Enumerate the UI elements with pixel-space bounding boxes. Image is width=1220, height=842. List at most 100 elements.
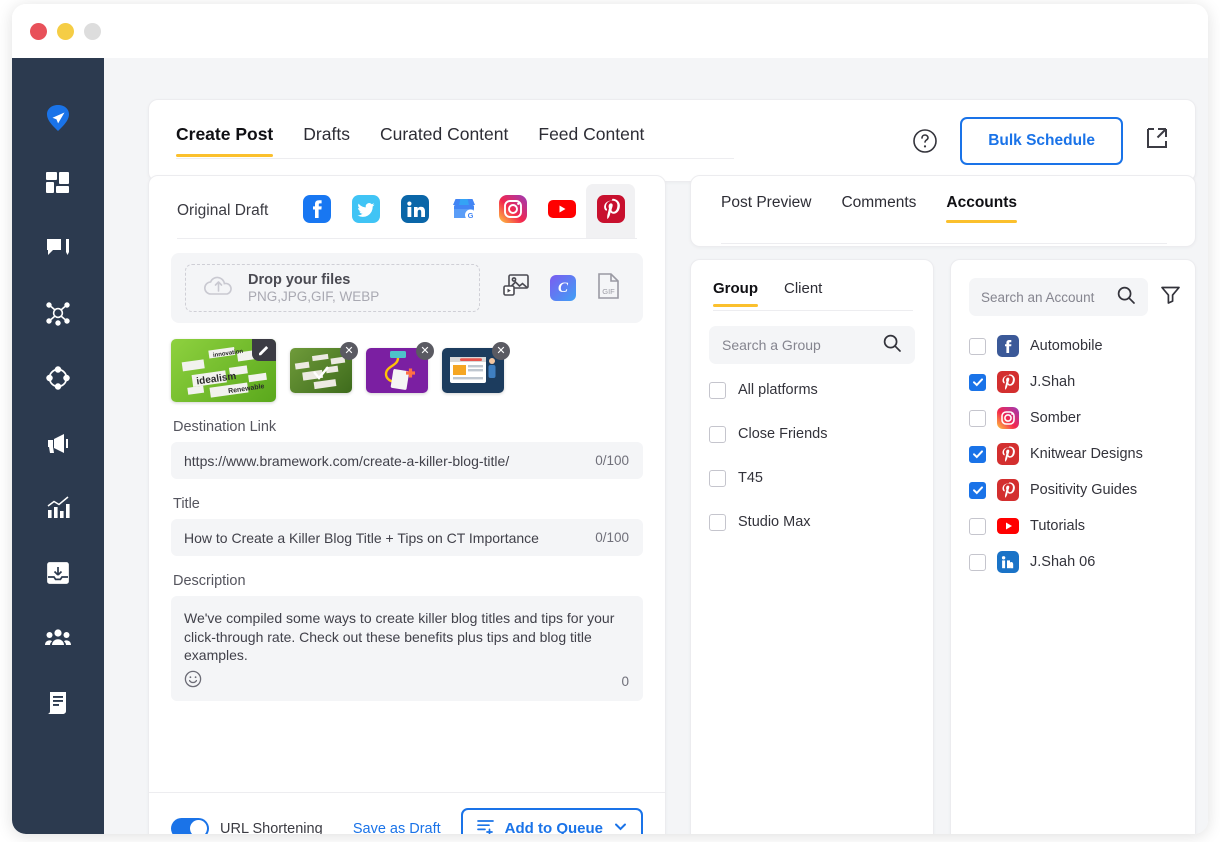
platform-tab-twitter[interactable] <box>341 184 390 238</box>
url-shortening-toggle[interactable] <box>171 818 209 834</box>
destination-link-value: https://www.bramework.com/create-a-kille… <box>184 453 595 469</box>
remove-media-badge[interactable]: ✕ <box>340 342 358 360</box>
account-list-item[interactable]: Somber <box>951 400 1195 436</box>
platform-tab-facebook[interactable] <box>292 184 341 238</box>
tab-post-preview[interactable]: Post Preview <box>721 194 811 223</box>
pinterest-icon <box>597 195 625 228</box>
platform-tab-google-business[interactable]: G <box>439 184 488 238</box>
tab-accounts[interactable]: Accounts <box>946 194 1017 223</box>
add-to-queue-label: Add to Queue <box>505 820 603 834</box>
account-list-item[interactable]: Automobile <box>951 328 1195 364</box>
platform-tab-pinterest[interactable] <box>586 184 635 238</box>
tab-group[interactable]: Group <box>713 280 758 307</box>
group-list-item[interactable]: Close Friends <box>691 416 933 452</box>
sidebar-item-compose[interactable] <box>36 230 80 266</box>
group-checkbox[interactable] <box>709 470 726 487</box>
platform-tab-youtube[interactable] <box>537 184 586 238</box>
account-checkbox[interactable] <box>969 446 986 463</box>
collapse-panel-icon[interactable] <box>1145 126 1169 155</box>
media-thumbnail[interactable]: ✕ <box>290 348 352 393</box>
sidebar-item-discovery[interactable] <box>36 360 80 396</box>
tab-comments[interactable]: Comments <box>841 194 916 223</box>
toggle-knob <box>190 820 207 834</box>
platform-tab-linkedin[interactable] <box>390 184 439 238</box>
gif-icon[interactable]: GIF <box>596 272 621 305</box>
tab-feed-content-label: Feed Content <box>538 124 644 144</box>
sidebar-item-logo[interactable] <box>36 100 80 136</box>
sidebar-item-dashboard[interactable] <box>36 165 80 201</box>
edit-media-badge[interactable] <box>252 339 276 361</box>
media-thumbnail[interactable]: idealism Renewable innovation <box>171 339 276 402</box>
account-list-item[interactable]: Positivity Guides <box>951 472 1195 508</box>
tab-drafts[interactable]: Drafts <box>303 124 350 157</box>
paper-plane-icon <box>43 103 73 133</box>
title-value: How to Create a Killer Blog Title + Tips… <box>184 530 595 546</box>
account-checkbox[interactable] <box>969 482 986 499</box>
account-search-input[interactable]: Search an Account <box>969 278 1148 316</box>
search-icon[interactable] <box>882 333 902 358</box>
account-checkbox[interactable] <box>969 410 986 427</box>
description-value: We've compiled some ways to create kille… <box>184 609 629 665</box>
sidebar-item-campaigns[interactable] <box>36 425 80 461</box>
destination-link-input[interactable]: https://www.bramework.com/create-a-kille… <box>171 442 643 479</box>
description-textarea[interactable]: We've compiled some ways to create kille… <box>171 596 643 701</box>
tab-client[interactable]: Client <box>784 280 822 307</box>
file-dropzone[interactable]: Drop your files PNG,JPG,GIF, WEBP <box>185 264 480 312</box>
tab-create-post[interactable]: Create Post <box>176 124 273 157</box>
account-checkbox[interactable] <box>969 374 986 391</box>
group-checkbox[interactable] <box>709 426 726 443</box>
remove-media-badge[interactable]: ✕ <box>416 342 434 360</box>
bulk-schedule-button[interactable]: Bulk Schedule <box>960 117 1123 165</box>
group-tab-underline <box>713 310 913 311</box>
sidebar-item-reports[interactable] <box>36 685 80 721</box>
account-label: Knitwear Designs <box>1030 446 1143 462</box>
facebook-icon <box>303 195 331 228</box>
sidebar-item-inbox[interactable] <box>36 555 80 591</box>
media-thumbnail[interactable]: ✕ <box>442 348 504 393</box>
account-list-item[interactable]: Tutorials <box>951 508 1195 544</box>
window-titlebar <box>12 4 1208 58</box>
account-checkbox[interactable] <box>969 518 986 535</box>
account-list-item[interactable]: J.Shah <box>951 364 1195 400</box>
canva-icon[interactable]: C <box>550 275 576 301</box>
sidebar-item-network[interactable] <box>36 295 80 331</box>
filter-funnel-icon[interactable] <box>1160 284 1181 310</box>
remove-media-badge[interactable]: ✕ <box>492 342 510 360</box>
emoji-smiley-icon[interactable] <box>184 670 202 693</box>
platform-tab-instagram[interactable] <box>488 184 537 238</box>
instagram-icon <box>499 195 527 228</box>
group-label: Studio Max <box>738 514 811 530</box>
tab-feed-content[interactable]: Feed Content <box>538 124 644 157</box>
window-close-button[interactable] <box>30 23 47 40</box>
group-checkbox[interactable] <box>709 514 726 531</box>
window-maximize-button[interactable] <box>84 23 101 40</box>
group-list-item[interactable]: All platforms <box>691 372 933 408</box>
sidebar-item-team[interactable] <box>36 620 80 656</box>
window-minimize-button[interactable] <box>57 23 74 40</box>
question-circle-icon[interactable] <box>912 128 938 154</box>
title-input[interactable]: How to Create a Killer Blog Title + Tips… <box>171 519 643 556</box>
account-checkbox[interactable] <box>969 554 986 571</box>
chevron-down-icon[interactable] <box>613 819 628 834</box>
group-list-item[interactable]: T45 <box>691 460 933 496</box>
account-label: Automobile <box>1030 338 1103 354</box>
media-library-icon[interactable] <box>502 273 530 304</box>
account-list-item[interactable]: Knitwear Designs <box>951 436 1195 472</box>
composer-footer: URL Shortening Save as Draft Add to Queu… <box>149 792 665 834</box>
save-as-draft-button[interactable]: Save as Draft <box>353 821 441 835</box>
sidebar-item-analytics[interactable] <box>36 490 80 526</box>
twitter-icon <box>352 195 380 228</box>
account-checkbox[interactable] <box>969 338 986 355</box>
megaphone-icon <box>45 430 72 457</box>
media-thumbnail[interactable]: ✕ <box>366 348 428 393</box>
group-checkbox[interactable] <box>709 382 726 399</box>
group-panel: Group Client Search a Group All platform… <box>690 259 934 834</box>
linkedin-icon <box>997 551 1019 573</box>
youtube-icon <box>547 195 577 228</box>
add-to-queue-button[interactable]: Add to Queue <box>461 808 643 834</box>
tab-curated-content[interactable]: Curated Content <box>380 124 508 157</box>
account-list-item[interactable]: J.Shah 06 <box>951 544 1195 580</box>
group-search-input[interactable]: Search a Group <box>709 326 915 364</box>
search-icon[interactable] <box>1116 285 1136 310</box>
group-list-item[interactable]: Studio Max <box>691 504 933 540</box>
